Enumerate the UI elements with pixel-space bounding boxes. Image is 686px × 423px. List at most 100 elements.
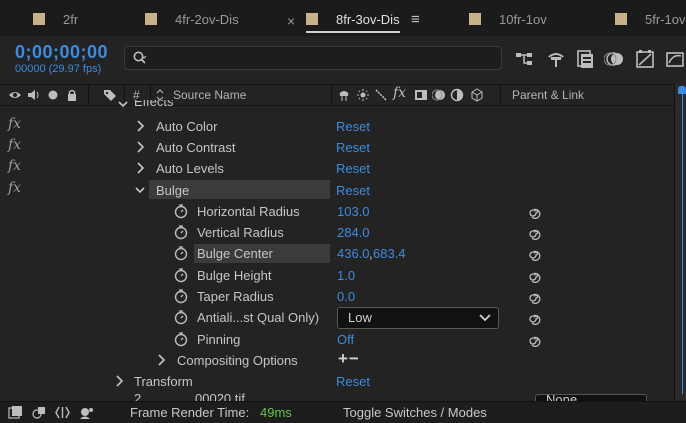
property-name[interactable]: Bulge Center	[197, 246, 273, 261]
reset-link[interactable]: Reset	[336, 140, 370, 155]
property-row-vertical-radius[interactable]: Vertical Radius 284.0	[0, 222, 674, 243]
property-value[interactable]: 1.0	[337, 268, 355, 283]
effect-fx-icon[interactable]: fx	[8, 180, 21, 196]
expression-pickwhip-spiral-icon[interactable]	[527, 204, 542, 219]
chevron-down-icon[interactable]	[134, 183, 146, 197]
chevron-right-icon[interactable]	[155, 353, 167, 367]
effect-name[interactable]: Auto Color	[156, 119, 217, 134]
effect-name[interactable]: Auto Contrast	[156, 140, 236, 155]
property-value-x[interactable]: 436.0	[337, 246, 370, 261]
reset-link[interactable]: Reset	[336, 183, 370, 198]
effect-fx-icon[interactable]: fx	[8, 137, 21, 153]
add-remove-mask-controls[interactable]: +−	[338, 349, 360, 369]
property-value-y[interactable]: 683.4	[373, 246, 406, 261]
comp-color-swatch	[33, 13, 45, 25]
property-row-taper-radius[interactable]: Taper Radius 0.0	[0, 286, 674, 307]
reset-link[interactable]: Reset	[336, 161, 370, 176]
chevron-right-icon[interactable]	[134, 140, 146, 154]
render-time-pane-icon[interactable]	[79, 405, 94, 420]
current-time-indicator-line	[682, 94, 683, 394]
chevron-right-icon[interactable]	[113, 374, 125, 388]
close-tab-icon[interactable]: ×	[287, 0, 295, 36]
comp-color-swatch	[469, 13, 481, 25]
property-value[interactable]: 0.0	[337, 289, 355, 304]
property-name[interactable]: Horizontal Radius	[197, 204, 300, 219]
property-name[interactable]: Antiali...st Qual Only)	[197, 310, 319, 325]
expression-pickwhip-spiral-icon[interactable]	[527, 310, 542, 325]
comp-mini-flowchart-icon[interactable]	[513, 48, 535, 70]
property-name[interactable]: Pinning	[197, 332, 240, 347]
comp-color-swatch	[615, 13, 627, 25]
frame-blending-icon[interactable]	[574, 48, 596, 70]
effect-name[interactable]: Auto Levels	[156, 161, 224, 176]
stopwatch-icon[interactable]	[173, 309, 189, 325]
stopwatch-icon[interactable]	[173, 267, 189, 283]
tab-label: 8fr-3ov-Dis	[336, 12, 400, 27]
timeline-panel-edge[interactable]	[674, 84, 686, 400]
property-name[interactable]: Taper Radius	[197, 289, 274, 304]
antialiasing-dropdown[interactable]: Low	[337, 307, 499, 329]
expression-pickwhip-spiral-icon[interactable]	[527, 289, 542, 304]
effect-fx-icon[interactable]: fx	[8, 116, 21, 132]
current-time-display[interactable]: 0;00;00;00	[15, 42, 108, 63]
effect-name[interactable]: Bulge	[156, 183, 189, 198]
property-value[interactable]: 284.0	[337, 225, 370, 240]
tab-menu-icon[interactable]: ≡	[411, 0, 420, 36]
expression-pickwhip-spiral-icon[interactable]	[527, 332, 542, 347]
in-out-duration-pane-icon[interactable]	[55, 405, 70, 420]
parent-dropdown[interactable]: None	[535, 393, 647, 401]
tab-10fr-1ov[interactable]: 10fr-1ov	[469, 0, 547, 36]
property-row-bulge-height[interactable]: Bulge Height 1.0	[0, 265, 674, 286]
expression-pickwhip-spiral-icon[interactable]	[527, 246, 542, 261]
toggle-switches-modes-button[interactable]: Toggle Switches / Modes	[343, 405, 487, 420]
property-row-pinning[interactable]: Pinning Off	[0, 329, 674, 350]
tab-8fr-3ov-dis[interactable]: 8fr-3ov-Dis	[306, 0, 400, 36]
transfer-controls-pane-icon[interactable]	[31, 405, 46, 420]
reset-link[interactable]: Reset	[336, 374, 370, 389]
tab-4fr-2ov-dis[interactable]: 4fr-2ov-Dis	[145, 0, 239, 36]
tab-label: 2fr	[63, 12, 79, 27]
stopwatch-icon[interactable]	[173, 224, 189, 240]
compositing-options-row[interactable]: Compositing Options +−	[0, 349, 674, 371]
layer-switches-pane-icon[interactable]	[8, 405, 23, 420]
tab-5fr-1ov[interactable]: 5fr-1ov	[615, 0, 685, 36]
layer-name[interactable]: 00020.tif	[195, 393, 245, 401]
effect-row-auto-color[interactable]: fx Auto Color Reset	[0, 116, 674, 137]
current-time-indicator[interactable]	[678, 86, 686, 94]
property-value[interactable]: Off	[337, 332, 354, 347]
chevron-down-icon[interactable]	[117, 100, 129, 112]
comp-color-swatch	[145, 13, 157, 25]
property-name[interactable]: Bulge Height	[197, 268, 271, 283]
effect-row-bulge[interactable]: fx Bulge Reset	[0, 180, 674, 201]
chevron-right-icon[interactable]	[134, 119, 146, 133]
stopwatch-icon[interactable]	[173, 288, 189, 304]
motion-blur-icon[interactable]	[604, 48, 626, 70]
effect-fx-icon[interactable]: fx	[8, 158, 21, 174]
effect-row-auto-levels[interactable]: fx Auto Levels Reset	[0, 158, 674, 179]
tab-2fr[interactable]: 2fr	[33, 0, 78, 36]
property-name[interactable]: Vertical Radius	[197, 225, 284, 240]
property-row-horizontal-radius[interactable]: Horizontal Radius 103.0	[0, 201, 674, 222]
chevron-right-icon[interactable]	[134, 161, 146, 175]
stopwatch-icon[interactable]	[173, 331, 189, 347]
stopwatch-icon[interactable]	[173, 245, 189, 261]
draft-3d-icon[interactable]	[545, 48, 567, 70]
compositing-options-label[interactable]: Compositing Options	[177, 353, 298, 368]
layer-row-2[interactable]: 2 00020.tif None	[0, 393, 674, 401]
graph-editor-icon[interactable]	[634, 48, 656, 70]
expression-pickwhip-spiral-icon[interactable]	[527, 268, 542, 283]
property-value[interactable]: 103.0	[337, 204, 370, 219]
layer-search-input[interactable]	[124, 46, 502, 70]
expression-pickwhip-spiral-icon[interactable]	[527, 225, 542, 240]
stopwatch-icon[interactable]	[173, 203, 189, 219]
tab-label: 10fr-1ov	[499, 12, 547, 27]
effect-switch-icon[interactable]: fx	[393, 85, 406, 101]
property-row-bulge-center[interactable]: Bulge Center 436.0 , 683.4	[0, 243, 674, 264]
effects-group-row[interactable]: Effects	[0, 100, 674, 114]
transform-row[interactable]: Transform Reset	[0, 371, 674, 392]
graph-editor-toggle-icon[interactable]	[664, 48, 686, 70]
effect-row-auto-contrast[interactable]: fx Auto Contrast Reset	[0, 137, 674, 158]
transform-label[interactable]: Transform	[134, 374, 193, 389]
reset-link[interactable]: Reset	[336, 119, 370, 134]
composition-tab-bar: 2fr 4fr-2ov-Dis × 8fr-3ov-Dis ≡ 10fr-1ov…	[0, 0, 686, 36]
